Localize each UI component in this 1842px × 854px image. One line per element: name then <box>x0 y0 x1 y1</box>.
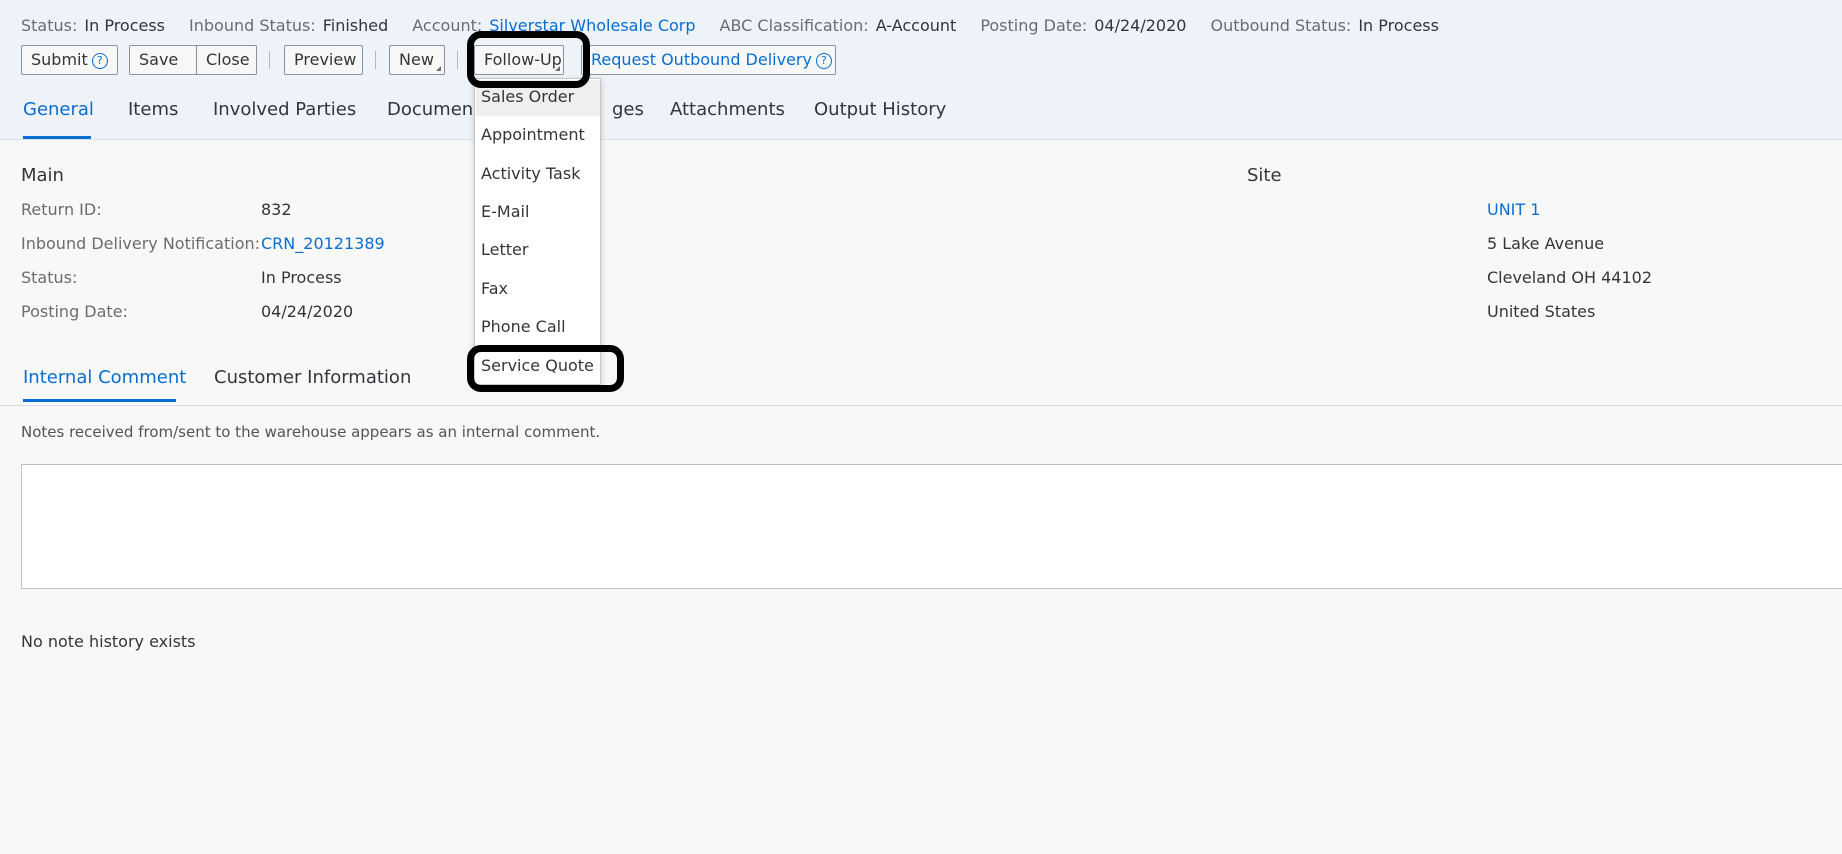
close-button[interactable]: Close <box>196 45 257 75</box>
no-note-history-text: No note history exists <box>21 632 196 651</box>
submit-button[interactable]: Submit? <box>21 45 118 75</box>
save-label: Save <box>139 50 179 69</box>
tab-documents[interactable]: Documen <box>387 98 473 122</box>
inbound-status-value: Finished <box>322 16 389 35</box>
main-section-title: Main <box>21 165 64 186</box>
site-city: Cleveland OH 44102 <box>1487 268 1653 287</box>
menu-corner-icon <box>436 66 441 71</box>
save-button[interactable]: Save <box>129 45 202 75</box>
tab-general[interactable]: General <box>23 98 94 122</box>
close-label: Close <box>206 50 250 69</box>
site-city-wrap: Cleveland OH 44102 <box>1487 268 1652 287</box>
status-label: Status: <box>21 16 78 35</box>
main-status-value: In Process <box>261 268 342 287</box>
status-field: Status: In Process <box>21 15 165 37</box>
tab-customer-information[interactable]: Customer Information <box>214 367 411 388</box>
posting-date-label: Posting Date: <box>980 16 1088 35</box>
menu-item-email[interactable]: E-Mail <box>481 202 529 221</box>
submit-label: Submit <box>31 50 88 69</box>
site-unit-wrap: UNIT 1 <box>1487 200 1540 219</box>
help-icon: ? <box>91 53 108 69</box>
return-id-label: Return ID: <box>21 200 102 219</box>
outbound-status-value: In Process <box>1358 16 1439 35</box>
menu-item-appointment[interactable]: Appointment <box>481 125 585 144</box>
posting-date-value: 04/24/2020 <box>1094 16 1187 35</box>
return-id-value-wrap: 832 <box>261 200 292 219</box>
inbound-status-label: Inbound Status: <box>189 16 316 35</box>
tab-internal-comment[interactable]: Internal Comment <box>23 367 186 388</box>
main-status-value-wrap: In Process <box>261 268 342 287</box>
main-posting-date-value-wrap: 04/24/2020 <box>261 302 353 321</box>
tab-output-history[interactable]: Output History <box>814 98 946 122</box>
site-street: 5 Lake Avenue <box>1487 234 1605 253</box>
preview-button[interactable]: Preview <box>284 45 363 75</box>
toolbar-separator <box>269 51 270 69</box>
menu-item-letter[interactable]: Letter <box>481 240 528 259</box>
site-street-wrap: 5 Lake Avenue <box>1487 234 1604 253</box>
request-outbound-delivery-button[interactable]: Request Outbound Delivery? <box>581 45 836 75</box>
active-subtab-indicator <box>23 399 176 402</box>
main-posting-date-row: Posting Date: <box>21 302 128 321</box>
main-status-label: Status: <box>21 268 78 287</box>
status-value: In Process <box>84 16 166 35</box>
site-country: United States <box>1487 302 1596 321</box>
main-posting-date-value: 04/24/2020 <box>261 302 354 321</box>
internal-comment-hint: Notes received from/sent to the warehous… <box>21 423 601 441</box>
main-posting-date-label: Posting Date: <box>21 302 128 321</box>
menu-item-phone-call[interactable]: Phone Call <box>481 317 566 336</box>
inbound-status-field: Inbound Status: Finished <box>189 15 388 37</box>
follow-up-menu: Sales Order Appointment Activity Task E-… <box>474 78 601 385</box>
service-quote-highlight <box>467 345 624 392</box>
status-line: Status: In Process Inbound Status: Finishe… <box>21 15 1463 37</box>
outbound-status-field: Outbound Status: In Process <box>1210 15 1439 37</box>
posting-date-field: Posting Date: 04/24/2020 <box>980 15 1186 37</box>
menu-item-activity-task[interactable]: Activity Task <box>481 164 580 183</box>
inbound-delivery-row: Inbound Delivery Notification: <box>21 234 260 253</box>
tab-involved-parties[interactable]: Involved Parties <box>213 98 356 122</box>
request-outbound-delivery-label: Request Outbound Delivery <box>591 50 812 69</box>
outbound-status-label: Outbound Status: <box>1210 16 1352 35</box>
follow-up-highlight <box>467 31 590 88</box>
site-unit-link[interactable]: UNIT 1 <box>1487 200 1540 219</box>
internal-comment-textarea[interactable] <box>21 464 1842 589</box>
inbound-delivery-value-wrap: CRN_20121389 <box>261 234 385 253</box>
inbound-delivery-label: Inbound Delivery Notification: <box>21 234 261 253</box>
abc-classification-label: ABC Classification: <box>719 16 869 35</box>
active-tab-indicator <box>23 136 91 139</box>
toolbar-separator <box>375 51 376 69</box>
abc-classification-value: A-Account <box>875 16 957 35</box>
new-label: New <box>399 50 434 69</box>
preview-label: Preview <box>294 50 357 69</box>
abc-classification-field: ABC Classification: A-Account <box>720 15 957 37</box>
return-id-value: 832 <box>261 200 292 219</box>
toolbar-separator <box>457 51 458 69</box>
menu-item-fax[interactable]: Fax <box>481 279 508 298</box>
subtab-divider <box>0 405 1842 406</box>
help-icon: ? <box>815 53 832 69</box>
site-country-wrap: United States <box>1487 302 1595 321</box>
return-id-row: Return ID: <box>21 200 102 219</box>
site-section-title: Site <box>1247 165 1282 186</box>
object-header: Status: In Process Inbound Status: Finishe… <box>0 0 1842 140</box>
tab-attachments[interactable]: Attachments <box>670 98 785 122</box>
tab-messages[interactable]: ges <box>612 98 644 122</box>
tab-items[interactable]: Items <box>128 98 178 122</box>
menu-item-sales-order[interactable]: Sales Order <box>481 87 574 106</box>
inbound-delivery-link[interactable]: CRN_20121389 <box>261 234 385 253</box>
main-status-row: Status: <box>21 268 77 287</box>
new-button[interactable]: New <box>389 45 445 75</box>
